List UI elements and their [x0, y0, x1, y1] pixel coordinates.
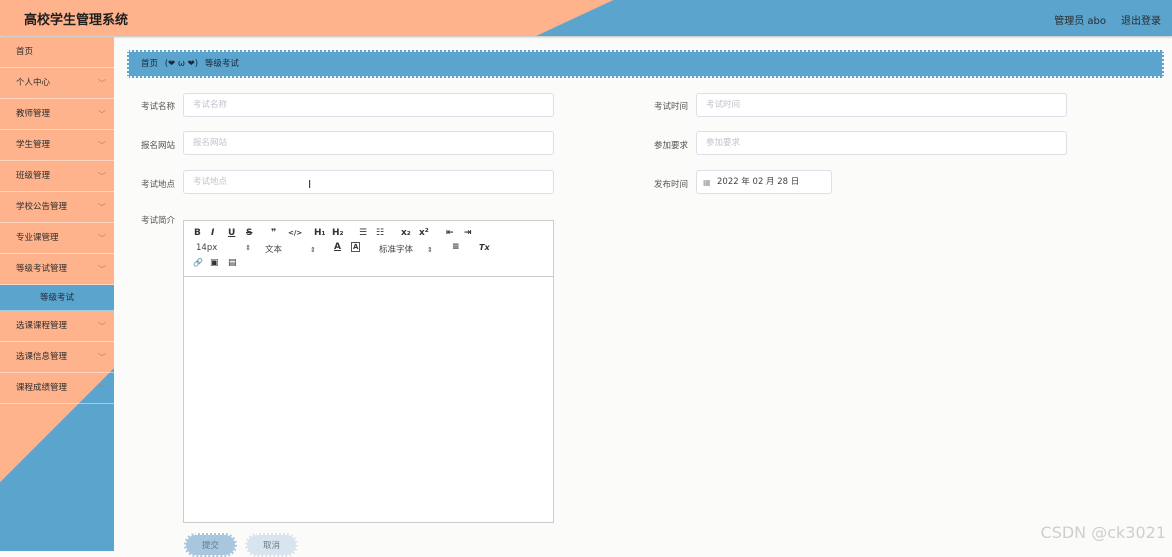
- sidebar-item-personal-center[interactable]: 个人中心 ﹀: [0, 68, 114, 99]
- select-arrow-icon: ⇕: [245, 244, 252, 252]
- image-icon[interactable]: ▣: [210, 258, 219, 268]
- chevron-down-icon: ﹀: [98, 203, 106, 212]
- exam-location-label: 考试地点: [141, 180, 176, 190]
- unordered-list-icon[interactable]: ☷: [376, 228, 384, 238]
- select-arrow-icon: ⇕: [427, 246, 433, 254]
- chevron-down-icon: ﹀: [98, 141, 106, 150]
- publish-time-label: 发布时间: [654, 180, 689, 190]
- breadcrumb-current: 等级考试: [204, 59, 239, 69]
- exam-time-label: 考试时间: [654, 102, 689, 112]
- requirements-label: 参加要求: [654, 141, 689, 151]
- app-title: 高校学生管理系统: [24, 13, 129, 28]
- editor-toolbar: B I U S ❞ </> H₁ H₂ ☰ ☷ x₂ x² ⇤ ⇥ 14px ⇕ …: [184, 221, 553, 277]
- heading1-icon[interactable]: H₁: [314, 228, 325, 238]
- chevron-down-icon: ﹀: [98, 79, 106, 88]
- chevron-down-icon: ﹀: [98, 234, 106, 243]
- superscript-icon[interactable]: x²: [419, 228, 429, 238]
- requirements-input[interactable]: [696, 131, 1067, 155]
- logout-link[interactable]: 退出登录: [1121, 12, 1161, 27]
- clear-format-icon[interactable]: Tx: [479, 243, 490, 252]
- sidebar-item-home[interactable]: 首页: [0, 37, 114, 68]
- breadcrumb-home[interactable]: 首页: [141, 59, 158, 69]
- chevron-down-icon: ﹀: [98, 172, 106, 181]
- chevron-down-icon: ﹀: [98, 353, 106, 362]
- sidebar-item-student-management[interactable]: 学生管理 ﹀: [0, 130, 114, 161]
- signup-site-label: 报名网站: [141, 141, 176, 151]
- sidebar-item-class-management[interactable]: 班级管理 ﹀: [0, 161, 114, 192]
- publish-time-picker[interactable]: 2022 年 02 月 28 日: [696, 170, 832, 194]
- sidebar-item-teacher-management[interactable]: 教师管理 ﹀: [0, 99, 114, 130]
- sidebar: 首页 个人中心 ﹀ 教师管理 ﹀ 学生管理 ﹀ 班级管理 ﹀ 学校公告管理 ﹀ 专业课管理…: [0, 37, 114, 551]
- sidebar-item-elective-info[interactable]: 选课信息管理 ﹀: [0, 342, 114, 373]
- text-cursor-icon: I: [308, 178, 312, 191]
- sidebar-item-course-management[interactable]: 专业课管理 ﹀: [0, 223, 114, 254]
- align-icon[interactable]: ≡: [452, 242, 460, 252]
- exam-name-label: 考试名称: [141, 102, 176, 112]
- calendar-icon: ▦: [703, 178, 711, 187]
- heading2-icon[interactable]: H₂: [332, 228, 343, 238]
- sidebar-item-grade-management[interactable]: 课程成绩管理 ﹀: [0, 373, 114, 404]
- sidebar-subitem-level-exam[interactable]: 等级考试: [0, 285, 114, 311]
- chevron-down-icon: ﹀: [98, 322, 106, 331]
- cancel-button[interactable]: 取消: [245, 533, 298, 557]
- underline-icon[interactable]: U: [228, 228, 235, 238]
- outdent-icon[interactable]: ⇤: [446, 228, 454, 238]
- breadcrumb-separator: (❤ ω ❤): [164, 59, 199, 69]
- font-color-icon[interactable]: A: [334, 242, 341, 252]
- exam-intro-label: 考试简介: [141, 216, 176, 226]
- chevron-down-icon: ﹀: [98, 384, 106, 393]
- chevron-down-icon: ﹀: [98, 110, 106, 119]
- video-icon[interactable]: ▤: [228, 258, 237, 268]
- exam-name-input[interactable]: [183, 93, 554, 117]
- subscript-icon[interactable]: x₂: [401, 228, 411, 238]
- italic-icon[interactable]: I: [211, 228, 214, 238]
- code-icon[interactable]: </>: [288, 229, 302, 237]
- sidebar-item-exam-management[interactable]: 等级考试管理 ﹀: [0, 254, 114, 285]
- editor-content-area[interactable]: [184, 277, 553, 522]
- exam-location-input[interactable]: [183, 170, 554, 194]
- font-family-select[interactable]: 标准字体 ⇕: [379, 243, 433, 255]
- strikethrough-icon[interactable]: S: [246, 228, 252, 238]
- bold-icon[interactable]: B: [194, 228, 201, 238]
- quote-icon[interactable]: ❞: [271, 228, 276, 238]
- sidebar-item-notice-management[interactable]: 学校公告管理 ﹀: [0, 192, 114, 223]
- breadcrumb: 首页 (❤ ω ❤) 等级考试: [127, 50, 1164, 78]
- exam-time-input[interactable]: [696, 93, 1067, 117]
- sidebar-item-elective-course[interactable]: 选课课程管理 ﹀: [0, 311, 114, 342]
- indent-icon[interactable]: ⇥: [464, 228, 472, 238]
- watermark: CSDN @ck3021: [1040, 523, 1166, 542]
- text-style-select[interactable]: 文本 ⇕: [265, 243, 316, 255]
- current-user: 管理员 abo: [1054, 16, 1106, 27]
- link-icon[interactable]: 🔗: [193, 258, 203, 267]
- submit-button[interactable]: 提交: [184, 533, 237, 557]
- chevron-down-icon: ﹀: [98, 265, 106, 274]
- rich-text-editor: B I U S ❞ </> H₁ H₂ ☰ ☷ x₂ x² ⇤ ⇥ 14px ⇕ …: [183, 220, 554, 523]
- background-color-icon[interactable]: Ā: [351, 242, 361, 252]
- select-arrow-icon: ⇕: [310, 246, 316, 254]
- ordered-list-icon[interactable]: ☰: [359, 228, 367, 238]
- top-header: 高校学生管理系统 管理员 abo 退出登录: [0, 0, 1172, 36]
- font-size-select[interactable]: 14px ⇕: [196, 243, 251, 253]
- signup-site-input[interactable]: [183, 131, 554, 155]
